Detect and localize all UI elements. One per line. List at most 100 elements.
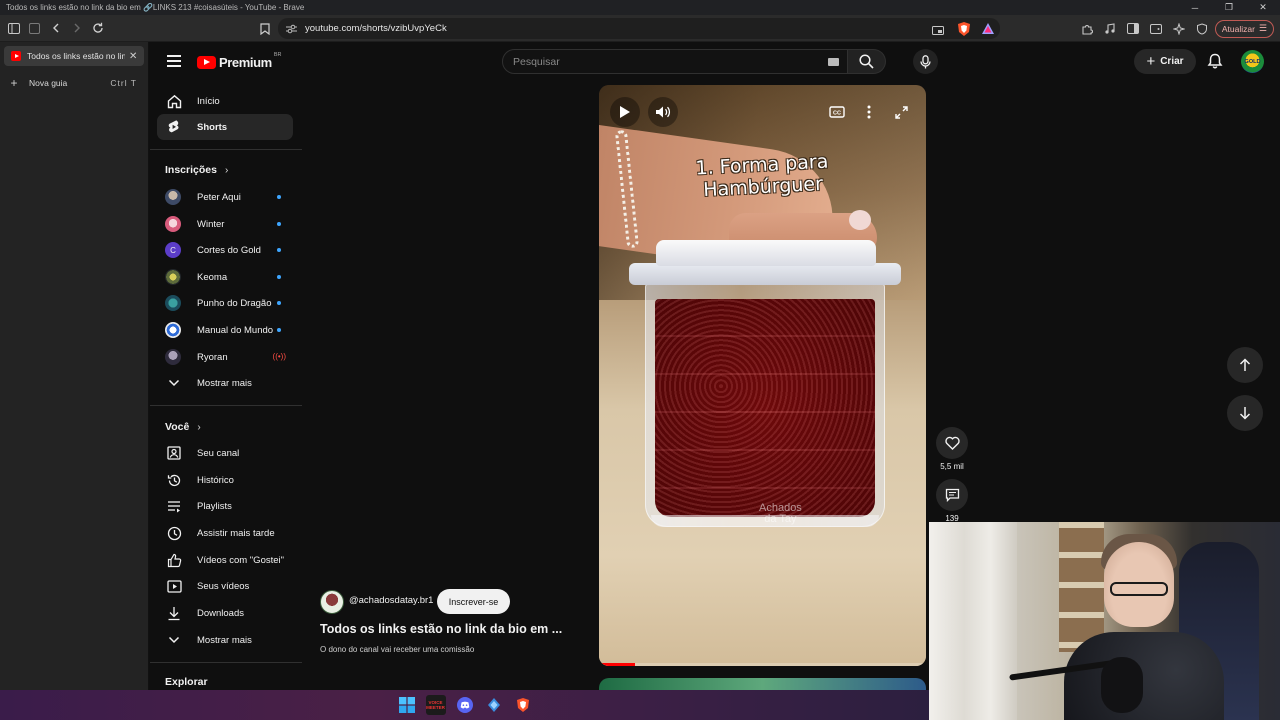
restore-icon[interactable]: ❐	[1212, 0, 1246, 15]
media-icon[interactable]	[1100, 18, 1121, 39]
new-tab-button[interactable]: + Nova guia Ctrl T	[4, 73, 144, 93]
volume-button[interactable]	[648, 97, 678, 127]
comments-button[interactable]	[936, 479, 968, 511]
browser-toolbar: youtube.com/shorts/vzibUvpYeCk Atualizar	[0, 15, 1280, 42]
site-settings-icon[interactable]	[286, 24, 297, 34]
minimize-icon[interactable]: ─	[1178, 0, 1212, 15]
wallet-icon[interactable]	[1146, 18, 1167, 39]
subscribe-button[interactable]: Inscrever-se	[437, 589, 510, 614]
youtube-logo[interactable]: Premium BR	[197, 52, 281, 71]
shorts-player[interactable]: 1. Forma para Hambúrguer Achados da Tay …	[599, 85, 926, 666]
reload-icon[interactable]	[87, 18, 108, 39]
sidebar-item-your-channel[interactable]: Seu canal	[157, 440, 293, 466]
sidebar-item-label: Shorts	[197, 121, 228, 133]
channel-avatar	[165, 322, 181, 338]
notifications-bell-icon[interactable]	[1206, 52, 1224, 70]
sidebar-item-label: Vídeos com "Gostei"	[197, 554, 285, 566]
sidebar-sub-ryoran[interactable]: Ryoran ((•))	[157, 344, 293, 370]
taskbar: VOICE MEETER	[0, 690, 929, 720]
back-icon[interactable]	[45, 18, 66, 39]
like-button[interactable]	[936, 427, 968, 459]
sidebar-sub-punho-do-dragao[interactable]: Punho do Dragão	[157, 290, 293, 316]
tab-youtube[interactable]: Todos os links estão no link da bio em ✕	[4, 46, 144, 66]
brave-rewards-icon[interactable]	[980, 21, 996, 37]
play-icon	[620, 106, 630, 118]
tab-groups-icon[interactable]	[24, 18, 45, 39]
forward-icon[interactable]	[66, 18, 87, 39]
sidebar-panel-icon[interactable]	[1123, 18, 1144, 39]
subscriptions-heading[interactable]: Inscrições ›	[165, 164, 228, 176]
sidebar-sub-cortes-do-gold[interactable]: C Cortes do Gold	[157, 237, 293, 263]
close-window-icon[interactable]: ✕	[1246, 0, 1280, 15]
windows-start-icon[interactable]	[397, 695, 417, 715]
sidebar-item-watch-later[interactable]: Assistir mais tarde	[157, 520, 293, 546]
live-icon: ((•))	[272, 352, 286, 361]
short-title[interactable]: Todos os links estão no link da bio em .…	[320, 622, 562, 636]
extensions-icon[interactable]	[1077, 18, 1098, 39]
sidebar-item-downloads[interactable]: Downloads	[157, 600, 293, 626]
new-tab-label: Nova guia	[29, 78, 68, 88]
vertical-tabs-panel: Todos os links estão no link da bio em ✕…	[0, 42, 149, 690]
app-icon[interactable]	[484, 695, 504, 715]
channel-icon	[166, 445, 182, 461]
create-label: Criar	[1160, 56, 1184, 67]
next-short-button[interactable]	[1227, 395, 1263, 431]
captions-button[interactable]: CC	[822, 97, 852, 127]
next-short-preview[interactable]	[599, 678, 926, 690]
account-avatar[interactable]: GOLD	[1241, 50, 1264, 73]
sidebar-item-label: Seus vídeos	[197, 580, 250, 592]
cast-icon[interactable]	[932, 23, 944, 41]
new-content-dot	[277, 248, 281, 252]
search-box	[502, 49, 848, 74]
sidebar-item-label: Assistir mais tarde	[197, 527, 275, 539]
sidebar-sub-keoma[interactable]: Keoma	[157, 264, 293, 290]
sidebar-toggle-icon[interactable]	[3, 18, 24, 39]
sidebar-item-your-videos[interactable]: Seus vídeos	[157, 573, 293, 599]
fullscreen-button[interactable]	[886, 97, 916, 127]
sidebar-sub-manual-do-mundo[interactable]: Manual do Mundo	[157, 317, 293, 343]
sidebar-item-playlists[interactable]: Playlists	[157, 493, 293, 519]
brave-icon[interactable]	[513, 695, 533, 715]
bookmark-icon[interactable]	[254, 18, 275, 39]
sidebar-sub-peter-aqui[interactable]: Peter Aqui	[157, 184, 293, 210]
sidebar-divider	[150, 662, 302, 663]
sidebar-item-history[interactable]: Histórico	[157, 467, 293, 493]
previous-short-button[interactable]	[1227, 347, 1263, 383]
voice-search-button[interactable]	[913, 49, 938, 74]
update-button[interactable]: Atualizar ☰	[1214, 19, 1274, 38]
webcam-curtain	[929, 522, 1017, 720]
channel-name[interactable]: @achadosdatay.br1	[349, 595, 433, 606]
voicemeeter-icon[interactable]: VOICE MEETER	[425, 695, 446, 715]
create-button[interactable]: + Criar	[1134, 49, 1196, 74]
video-progress-bar[interactable]	[599, 663, 926, 666]
search-button[interactable]	[848, 49, 886, 74]
close-tab-icon[interactable]: ✕	[129, 51, 137, 62]
you-heading[interactable]: Você ›	[165, 421, 201, 433]
sidebar-show-more-subscriptions[interactable]: Mostrar mais	[157, 370, 293, 396]
discord-icon[interactable]	[455, 695, 475, 715]
channel-avatar: C	[165, 242, 181, 258]
sidebar-sub-winter[interactable]: Winter	[157, 211, 293, 237]
playlists-icon	[166, 498, 182, 514]
chevron-right-icon: ›	[197, 421, 201, 433]
leo-ai-icon[interactable]	[1169, 18, 1190, 39]
more-options-button[interactable]	[854, 97, 884, 127]
new-tab-shortcut: Ctrl T	[110, 78, 137, 88]
tab-label: Todos os links estão no link da bio em	[27, 51, 125, 61]
play-button[interactable]	[610, 97, 640, 127]
explore-heading-label: Explorar	[165, 676, 208, 688]
sidebar-item-liked-videos[interactable]: Vídeos com "Gostei"	[157, 547, 293, 573]
sidebar-item-home[interactable]: Início	[157, 88, 293, 114]
address-bar[interactable]: youtube.com/shorts/vzibUvpYeCk	[278, 18, 1000, 39]
commission-notice: O dono do canal vai receber uma comissão	[320, 645, 475, 654]
sidebar-show-more-you[interactable]: Mostrar mais	[157, 627, 293, 653]
channel-avatar[interactable]	[320, 590, 344, 614]
new-content-dot	[277, 301, 281, 305]
keyboard-icon[interactable]	[828, 58, 839, 66]
vpn-icon[interactable]	[1192, 18, 1213, 39]
guide-menu-icon[interactable]	[167, 55, 181, 67]
heart-icon	[944, 436, 960, 450]
search-input[interactable]	[513, 55, 813, 68]
sidebar-item-shorts[interactable]: Shorts	[157, 114, 293, 140]
brave-shields-icon[interactable]	[956, 21, 972, 37]
